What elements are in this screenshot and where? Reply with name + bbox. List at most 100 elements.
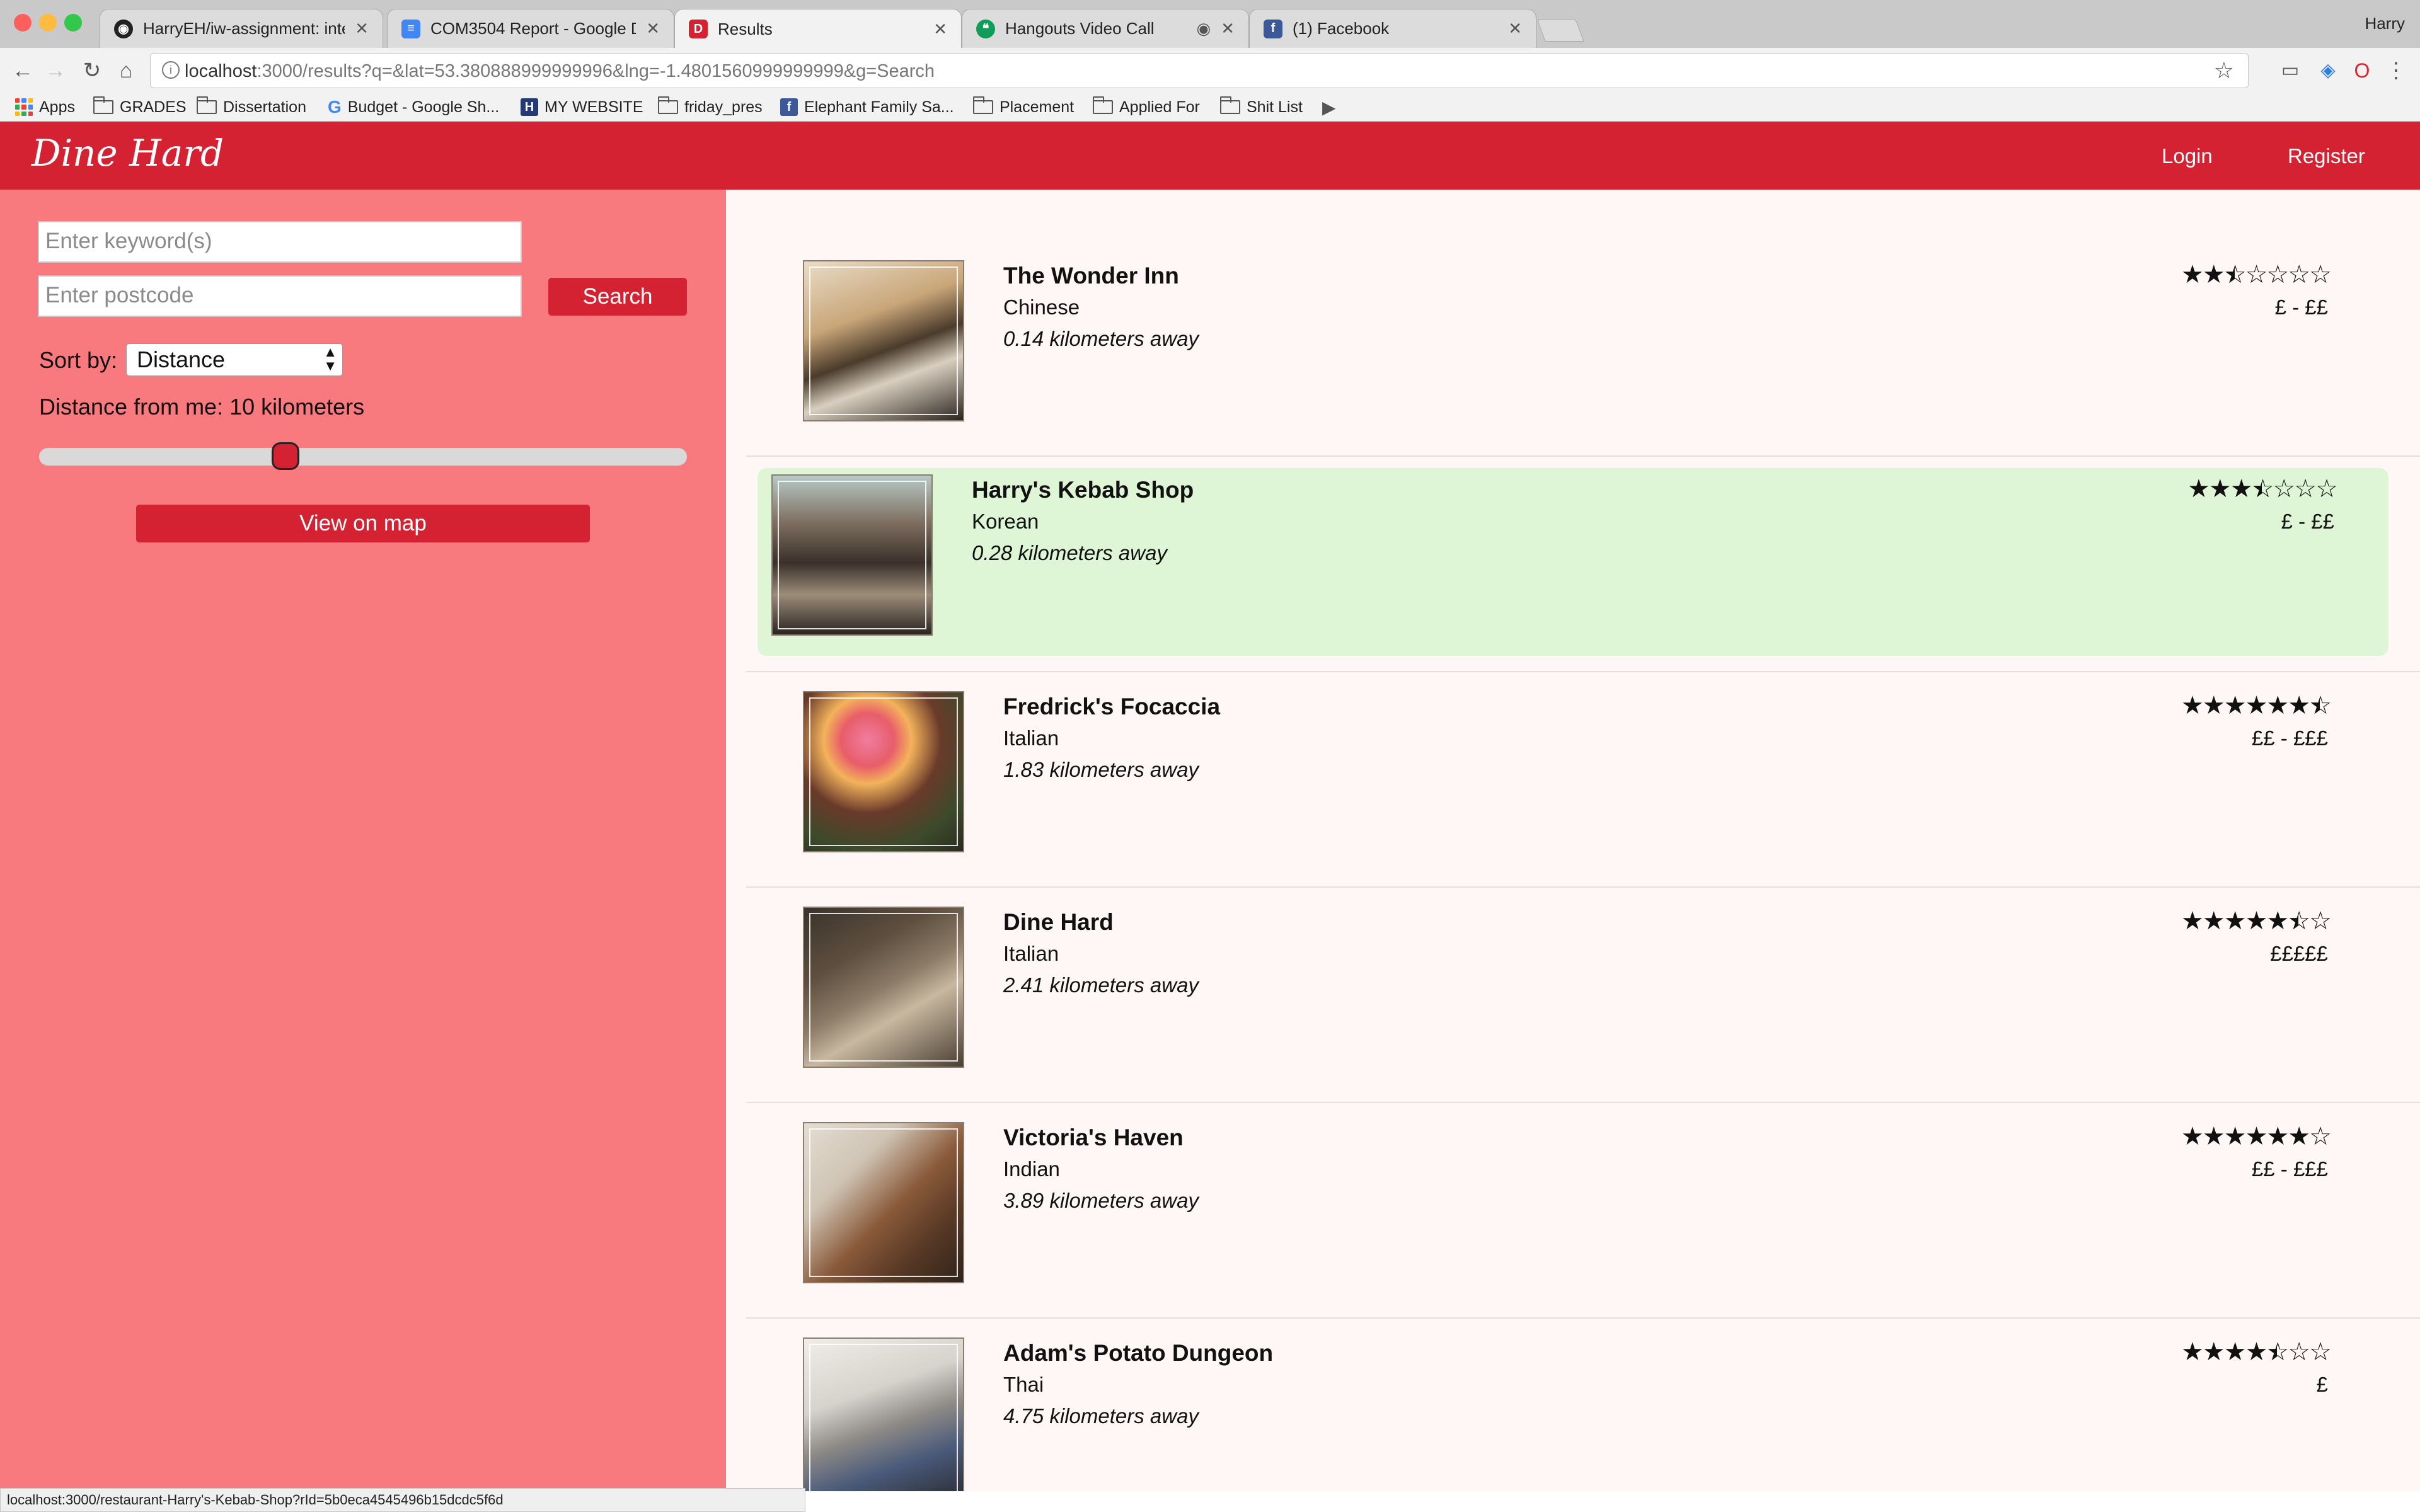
bookmark-dissertation[interactable]: Dissertation bbox=[197, 96, 306, 118]
home-icon[interactable]: ⌂ bbox=[112, 57, 140, 84]
info-icon[interactable]: i bbox=[162, 61, 180, 79]
restaurant-cuisine: Italian bbox=[1003, 942, 1059, 965]
folder-icon bbox=[197, 96, 217, 114]
restaurant-name[interactable]: Victoria's Haven bbox=[1003, 1125, 1184, 1151]
bookmark-shit-list[interactable]: Shit List bbox=[1220, 96, 1303, 118]
minimize-window-button[interactable] bbox=[39, 14, 57, 32]
forward-icon[interactable]: → bbox=[42, 57, 69, 84]
restaurant-card[interactable]: Fredrick's Focaccia Italian 1.83 kilomet… bbox=[758, 647, 2401, 852]
keyword-input[interactable]: Enter keyword(s) bbox=[38, 221, 522, 263]
browser-tab[interactable]: ◉ HarryEH/iw-assignment: intelli ✕ bbox=[100, 9, 383, 48]
restaurant-photo bbox=[771, 474, 933, 636]
star-full-icon: ★ bbox=[2223, 907, 2247, 935]
browser-tab[interactable]: ❝ Hangouts Video Call ◉ ✕ bbox=[962, 9, 1249, 48]
star-empty-icon: ☆ bbox=[2273, 475, 2295, 503]
facebook-icon: f bbox=[1264, 19, 1282, 38]
restaurant-photo bbox=[803, 1337, 964, 1491]
browser-tab-active[interactable]: D Results ✕ bbox=[674, 9, 962, 49]
bookmarks-bar: Apps GRADES Dissertation G Budget - Goog… bbox=[0, 93, 2420, 122]
login-link[interactable]: Login bbox=[2162, 144, 2213, 168]
restaurant-name[interactable]: The Wonder Inn bbox=[1003, 263, 1179, 289]
bookmark-placement[interactable]: Placement bbox=[973, 96, 1074, 118]
opera-icon[interactable]: O bbox=[2348, 57, 2376, 84]
star-full-icon: ★ bbox=[2202, 907, 2225, 935]
back-icon[interactable]: ← bbox=[9, 57, 37, 84]
restaurant-card[interactable]: Victoria's Haven Indian 3.89 kilometers … bbox=[758, 1078, 2401, 1283]
play-icon[interactable]: ▶ bbox=[1322, 96, 1336, 118]
profile-name[interactable]: Harry bbox=[2365, 14, 2405, 33]
star-half-icon: ☆★ bbox=[2288, 907, 2310, 936]
bookmark-applied-for[interactable]: Applied For bbox=[1093, 96, 1200, 118]
site-navbar: Dine Hard Login Register bbox=[0, 122, 2420, 190]
restaurant-card-highlighted[interactable]: Harry's Kebab Shop Korean 0.28 kilometer… bbox=[758, 468, 2388, 656]
sort-select[interactable]: Distance ▲ ▼ bbox=[126, 343, 343, 376]
restaurant-name[interactable]: Fredrick's Focaccia bbox=[1003, 694, 1220, 720]
close-window-button[interactable] bbox=[14, 14, 32, 32]
url-text[interactable]: localhost:3000/results?q=&lat=53.3808889… bbox=[185, 61, 935, 82]
browser-tab[interactable]: ≡ COM3504 Report - Google Do ✕ bbox=[387, 9, 674, 48]
restaurant-name[interactable]: Harry's Kebab Shop bbox=[972, 477, 1194, 503]
restaurant-cuisine: Indian bbox=[1003, 1157, 1060, 1181]
bookmark-label: Elephant Family Sa... bbox=[804, 98, 954, 116]
browser-tab[interactable]: f (1) Facebook ✕ bbox=[1249, 9, 1536, 48]
close-tab-icon[interactable]: ✕ bbox=[933, 20, 947, 39]
browser-tab-strip: ◉ HarryEH/iw-assignment: intelli ✕ ≡ COM… bbox=[0, 0, 2420, 49]
close-tab-icon[interactable]: ✕ bbox=[1508, 19, 1522, 38]
tab-title: COM3504 Report - Google Do bbox=[430, 19, 637, 38]
address-bar[interactable]: i localhost:3000/results?q=&lat=53.38088… bbox=[150, 53, 2249, 88]
close-tab-icon[interactable]: ✕ bbox=[646, 19, 660, 38]
github-icon: ◉ bbox=[114, 19, 133, 38]
new-tab-button[interactable] bbox=[1536, 19, 1584, 42]
restaurant-card[interactable]: The Wonder Inn Chinese 0.14 kilometers a… bbox=[758, 216, 2401, 421]
restaurant-photo bbox=[803, 691, 964, 852]
star-half-icon: ☆★ bbox=[2223, 261, 2247, 289]
extension-icon[interactable]: ◈ bbox=[2314, 57, 2342, 84]
star-empty-icon: ☆ bbox=[2309, 907, 2332, 935]
close-tab-icon[interactable]: ✕ bbox=[355, 19, 369, 38]
restaurant-name[interactable]: Dine Hard bbox=[1003, 909, 1114, 936]
postcode-input[interactable]: Enter postcode bbox=[38, 275, 522, 317]
bookmark-apps[interactable]: Apps bbox=[15, 96, 75, 118]
distance-slider-handle[interactable] bbox=[271, 442, 299, 470]
restaurant-name[interactable]: Adam's Potato Dungeon bbox=[1003, 1340, 1273, 1366]
restaurant-card[interactable]: Dine Hard Italian 2.41 kilometers away ★… bbox=[758, 862, 2401, 1068]
star-empty-icon: ☆ bbox=[2309, 1338, 2332, 1366]
restaurant-photo bbox=[803, 1122, 964, 1283]
results-list: The Wonder Inn Chinese 0.14 kilometers a… bbox=[726, 190, 2420, 1491]
restaurant-distance: 0.14 kilometers away bbox=[1003, 327, 1199, 350]
reload-icon[interactable]: ↻ bbox=[78, 57, 106, 84]
tab-title: (1) Facebook bbox=[1293, 19, 1390, 38]
tab-title: Results bbox=[718, 19, 773, 38]
bookmark-my-website[interactable]: H MY WEBSITE bbox=[521, 96, 643, 118]
view-on-map-button[interactable]: View on map bbox=[136, 505, 590, 542]
bookmark-star-icon[interactable]: ☆ bbox=[2214, 57, 2234, 84]
bookmark-friday-pres[interactable]: friday_pres bbox=[658, 96, 763, 118]
bookmark-label: Shit List bbox=[1247, 98, 1303, 116]
cast-icon[interactable]: ▭ bbox=[2276, 57, 2304, 84]
restaurant-card[interactable]: Adam's Potato Dungeon Thai 4.75 kilomete… bbox=[758, 1293, 2401, 1491]
star-full-icon: ★ bbox=[2223, 692, 2247, 719]
tab-title: HarryEH/iw-assignment: intelli bbox=[143, 19, 345, 38]
bookmark-elephant-family[interactable]: f Elephant Family Sa... bbox=[780, 96, 954, 118]
menu-icon[interactable]: ⋮ bbox=[2382, 57, 2410, 84]
bookmark-budget[interactable]: G Budget - Google Sh... bbox=[328, 96, 499, 118]
star-full-icon: ★ bbox=[2181, 907, 2204, 935]
distance-slider[interactable] bbox=[39, 442, 687, 470]
distance-label: Distance from me: 10 kilometers bbox=[39, 394, 365, 420]
star-empty-icon: ☆ bbox=[2288, 261, 2310, 289]
url-path: :3000/results?q=&lat=53.380888999999996&… bbox=[256, 61, 935, 81]
bookmark-label: Budget - Google Sh... bbox=[347, 98, 500, 116]
star-half-fill: ★ bbox=[2309, 691, 2320, 720]
star-half-fill: ★ bbox=[2288, 907, 2298, 936]
site-logo[interactable]: Dine Hard bbox=[32, 132, 224, 175]
close-tab-icon[interactable]: ✕ bbox=[1221, 19, 1235, 38]
zoom-window-button[interactable] bbox=[64, 14, 82, 32]
restaurant-photo bbox=[803, 260, 964, 421]
bookmark-grades[interactable]: GRADES bbox=[93, 96, 187, 118]
star-full-icon: ★ bbox=[2202, 692, 2225, 719]
star-full-icon: ★ bbox=[2245, 1338, 2268, 1366]
star-empty-icon: ☆ bbox=[2315, 475, 2338, 503]
folder-icon bbox=[973, 96, 993, 114]
search-button[interactable]: Search bbox=[548, 278, 687, 316]
register-link[interactable]: Register bbox=[2288, 144, 2365, 168]
